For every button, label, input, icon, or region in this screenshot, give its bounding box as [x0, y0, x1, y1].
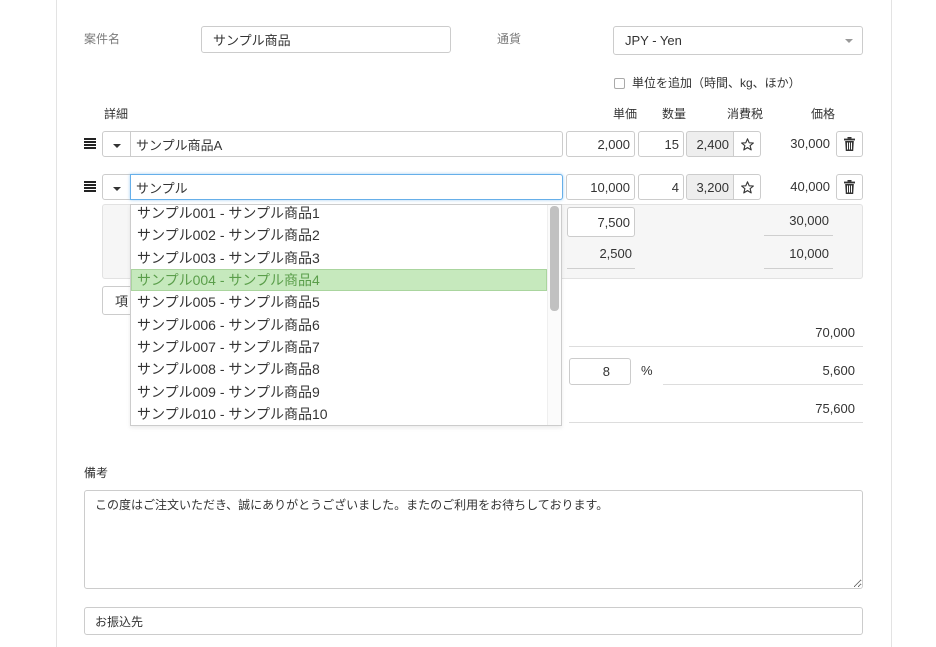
- column-header-price: 価格: [811, 107, 836, 121]
- autocomplete-option[interactable]: サンプル007 - サンプル商品7: [131, 336, 547, 358]
- tax-rate-input[interactable]: [569, 358, 631, 385]
- sub-item-price: 10,000: [764, 240, 833, 269]
- star-outline-icon: [740, 137, 754, 150]
- item-quantity-input[interactable]: [638, 174, 684, 200]
- autocomplete-option[interactable]: サンプル008 - サンプル商品8: [131, 358, 547, 380]
- currency-select[interactable]: JPY - Yen: [613, 26, 863, 55]
- add-unit-label[interactable]: 単位を追加（時間、kg、ほか）: [632, 75, 801, 91]
- delete-item-button[interactable]: [836, 131, 863, 157]
- autocomplete-option[interactable]: サンプル010 - サンプル商品10: [131, 403, 547, 425]
- tax-amount-value: 5,600: [663, 357, 863, 385]
- bank-info-input[interactable]: [84, 607, 863, 635]
- currency-label: 通貨: [497, 32, 522, 46]
- line-item-row: 40,000: [0, 174, 900, 200]
- item-name-input[interactable]: [130, 174, 563, 200]
- autocomplete-option[interactable]: サンプル009 - サンプル商品9: [131, 381, 547, 403]
- chevron-down-icon: [845, 39, 853, 43]
- item-name-input[interactable]: [130, 131, 563, 157]
- star-outline-icon: [740, 180, 754, 193]
- drag-handle-icon[interactable]: [84, 181, 96, 192]
- autocomplete-option[interactable]: サンプル002 - サンプル商品2: [131, 224, 547, 246]
- drag-handle-icon[interactable]: [84, 138, 96, 149]
- column-header-unit-price: 単価: [613, 107, 638, 121]
- item-tax-value: [686, 131, 734, 157]
- project-name-input[interactable]: [201, 26, 451, 53]
- sub-item-unit-price-input[interactable]: [567, 207, 635, 237]
- item-menu-button[interactable]: [102, 174, 131, 200]
- column-header-quantity: 数量: [662, 107, 687, 121]
- notes-textarea[interactable]: この度はご注文いただき、誠にありがとうございました。またのご利用をお待ちしており…: [84, 490, 863, 589]
- sub-item-unit-price: 2,500: [567, 240, 635, 269]
- autocomplete-list: サンプル001 - サンプル商品1 サンプル002 - サンプル商品2 サンプル…: [131, 205, 547, 425]
- tax-toggle-button[interactable]: [733, 174, 761, 200]
- line-item-row: 30,000: [0, 131, 900, 157]
- item-price: 40,000: [790, 179, 830, 194]
- autocomplete-option[interactable]: サンプル004 - サンプル商品4: [131, 268, 547, 292]
- item-quantity-input[interactable]: [638, 131, 684, 157]
- caret-down-icon: [112, 143, 121, 148]
- item-unit-price-input[interactable]: [566, 174, 635, 200]
- column-header-detail: 詳細: [104, 107, 129, 121]
- subtotal-value: 70,000: [569, 319, 863, 347]
- tax-rate-unit: %: [641, 363, 653, 378]
- scrollbar-thumb[interactable]: [550, 206, 559, 311]
- total-value: 75,600: [569, 395, 863, 423]
- autocomplete-dropdown[interactable]: サンプル001 - サンプル商品1 サンプル002 - サンプル商品2 サンプル…: [130, 204, 562, 426]
- sub-item-price: 30,000: [764, 207, 833, 236]
- autocomplete-option[interactable]: サンプル005 - サンプル商品5: [131, 291, 547, 313]
- delete-item-button[interactable]: [836, 174, 863, 200]
- item-menu-button[interactable]: [102, 131, 131, 157]
- autocomplete-option[interactable]: サンプル006 - サンプル商品6: [131, 314, 547, 336]
- autocomplete-option[interactable]: サンプル001 - サンプル商品1: [131, 205, 547, 224]
- scrollbar-track[interactable]: [547, 205, 561, 425]
- column-header-tax: 消費税: [727, 107, 764, 121]
- add-unit-checkbox[interactable]: [614, 78, 625, 89]
- item-unit-price-input[interactable]: [566, 131, 635, 157]
- autocomplete-option[interactable]: サンプル003 - サンプル商品3: [131, 247, 547, 269]
- item-tax-value: [686, 174, 734, 200]
- add-item-label: 項: [115, 294, 129, 309]
- trash-icon: [844, 137, 855, 151]
- notes-label: 備考: [84, 466, 109, 480]
- project-name-label: 案件名: [84, 32, 121, 46]
- tax-toggle-button[interactable]: [733, 131, 761, 157]
- caret-down-icon: [112, 186, 121, 191]
- item-price: 30,000: [790, 136, 830, 151]
- trash-icon: [844, 180, 855, 194]
- currency-selected-value: JPY - Yen: [625, 33, 682, 48]
